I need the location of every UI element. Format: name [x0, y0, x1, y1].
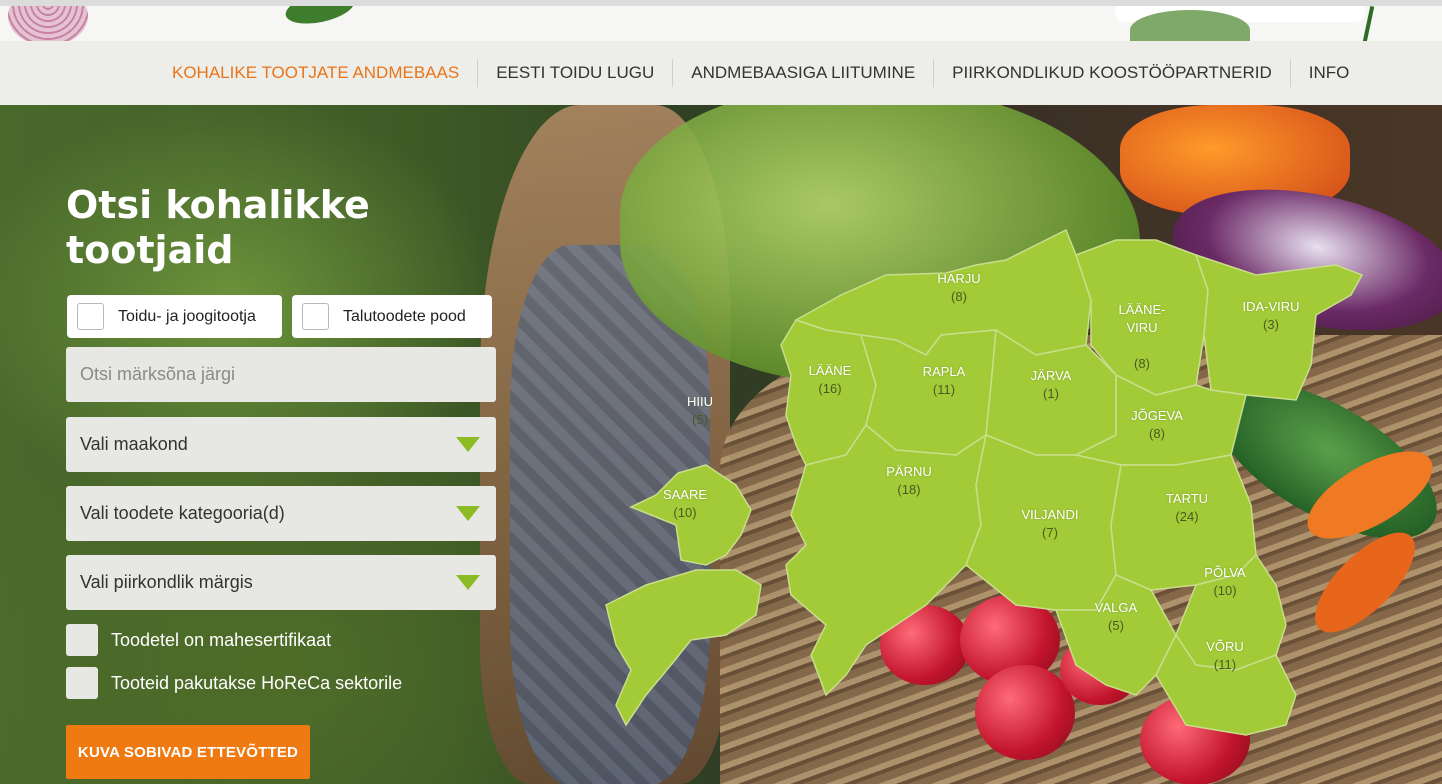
category-select-value: Vali toodete kategooria(d)	[80, 503, 285, 523]
farm-shop-checkbox[interactable]: Talutoodete pood	[292, 295, 492, 338]
leaf-image	[282, 6, 358, 29]
producer-type-checkbox[interactable]: Toidu- ja joogitootja	[67, 295, 282, 338]
top-banner-decoration	[0, 0, 1442, 41]
county-label-rapla[interactable]: RAPLA (11)	[923, 363, 966, 399]
county-label-laane[interactable]: LÄÄNE (16)	[809, 362, 852, 398]
county-label-harju[interactable]: HARJU (8)	[937, 270, 980, 306]
checkbox-square[interactable]	[66, 624, 98, 656]
nav-item-eesti-toidu-lugu[interactable]: EESTI TOIDU LUGU	[478, 59, 674, 87]
onion-image	[8, 6, 88, 41]
checkbox-label: Talutoodete pood	[343, 307, 466, 325]
county-select[interactable]: Vali maakond	[66, 417, 496, 472]
county-label-viljandi[interactable]: VILJANDI (7)	[1021, 506, 1078, 542]
estonia-map: HARJU (8) LÄÄNE- VIRU (8) IDA-VIRU (3) H…	[596, 225, 1366, 745]
county-label-jogeva[interactable]: JÕGEVA (8)	[1131, 407, 1183, 443]
regional-mark-select[interactable]: Vali piirkondlik märgis	[66, 555, 496, 610]
category-select[interactable]: Vali toodete kategooria(d)	[66, 486, 496, 541]
county-label-tartu[interactable]: TARTU (24)	[1166, 490, 1208, 526]
regional-mark-select-value: Vali piirkondlik märgis	[80, 572, 253, 592]
nav-item-andmebaasiga-liitumine[interactable]: ANDMEBAASIGA LIITUMINE	[673, 59, 935, 87]
main-nav: KOHALIKE TOOTJATE ANDMEBAAS EESTI TOIDU …	[0, 41, 1442, 105]
county-select-value: Vali maakond	[80, 434, 188, 454]
option-label: Toodetel on mahesertifikaat	[111, 629, 332, 650]
page-title: Otsi kohalikke tootjaid	[66, 183, 370, 272]
checkbox-square[interactable]	[77, 303, 104, 330]
nav-item-tootjate-andmebaas[interactable]: KOHALIKE TOOTJATE ANDMEBAAS	[154, 59, 479, 87]
county-label-laane-viru[interactable]: LÄÄNE- VIRU (8)	[1119, 283, 1166, 391]
option-label: Tooteid pakutakse HoReCa sektorile	[111, 672, 403, 693]
horeca-option[interactable]: Tooteid pakutakse HoReCa sektorile	[66, 667, 402, 699]
county-saare[interactable]	[605, 569, 762, 727]
county-label-saare[interactable]: SAARE (10)	[663, 486, 707, 522]
checkbox-label: Toidu- ja joogitootja	[118, 307, 256, 325]
keyword-search-field[interactable]	[66, 347, 496, 402]
nav-item-info[interactable]: INFO	[1291, 59, 1368, 87]
county-label-ida-viru[interactable]: IDA-VIRU (3)	[1242, 298, 1299, 334]
nav-item-koostoopartnerid[interactable]: PIIRKONDLIKUD KOOSTÖÖPARTNERID	[934, 59, 1291, 87]
checkbox-square[interactable]	[66, 667, 98, 699]
caret-down-icon[interactable]	[456, 506, 480, 521]
county-label-valga[interactable]: VALGA (5)	[1095, 599, 1137, 635]
keyword-search-input[interactable]	[80, 364, 496, 385]
show-companies-button[interactable]: KUVA SOBIVAD ETTEVÕTTED	[66, 725, 310, 779]
county-label-polva[interactable]: PÕLVA (10)	[1204, 564, 1245, 600]
organic-certificate-option[interactable]: Toodetel on mahesertifikaat	[66, 624, 331, 656]
county-label-jarva[interactable]: JÄRVA (1)	[1031, 367, 1072, 403]
county-label-hiiu[interactable]: HIIU (5)	[687, 393, 713, 429]
county-label-parnu[interactable]: PÄRNU (18)	[886, 463, 932, 499]
hero-section: Otsi kohalikke tootjaid Toidu- ja joogit…	[0, 105, 1442, 784]
county-label-voru[interactable]: VÕRU (11)	[1206, 638, 1244, 674]
checkbox-square[interactable]	[302, 303, 329, 330]
caret-down-icon[interactable]	[456, 575, 480, 590]
caret-down-icon[interactable]	[456, 437, 480, 452]
